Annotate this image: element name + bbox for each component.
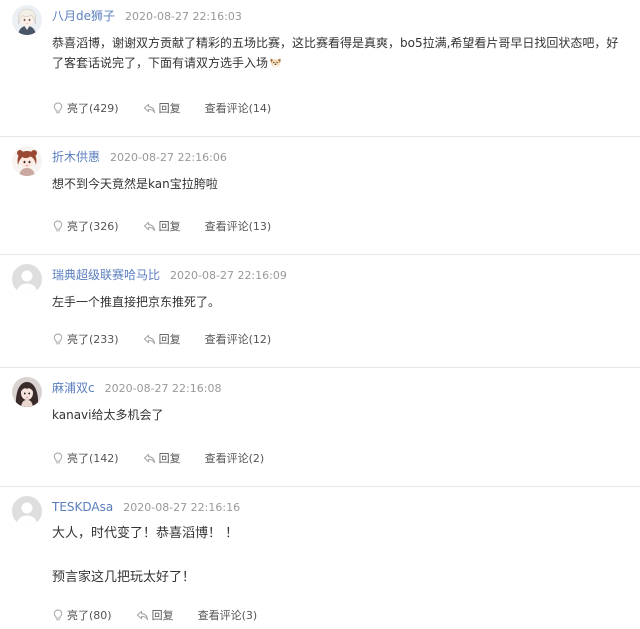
reply-button[interactable]: 回复	[143, 100, 181, 116]
comment-actions: 亮了(429) 回复 查看评论(14)	[52, 100, 271, 116]
light-bulb-icon	[53, 609, 63, 621]
reply-icon	[143, 221, 155, 231]
reply-button-label: 回复	[151, 609, 174, 622]
username[interactable]: 折木供惠	[52, 150, 100, 164]
dog-face-emoji-icon	[270, 58, 281, 68]
avatar[interactable]	[12, 5, 42, 35]
comment-actions: 亮了(233) 回复 查看评论(12)	[52, 331, 271, 347]
view-comments-link[interactable]: 查看评论(2)	[205, 450, 265, 466]
comment-time: 2020-08-27 22:16:03	[125, 10, 242, 23]
comment-text: kanavi给太多机会了	[52, 408, 164, 422]
comment-meta: 瑞典超级联赛哈马比 2020-08-27 22:16:09	[52, 266, 287, 282]
comment-meta: 麻浦双c 2020-08-27 22:16:08	[52, 379, 221, 395]
view-comments-link[interactable]: 查看评论(13)	[205, 218, 272, 234]
reply-button-label: 回复	[158, 220, 181, 233]
comment-text: 大人，时代变了！恭喜滔博！ ！	[52, 526, 239, 541]
light-button[interactable]: 亮了(326)	[52, 218, 119, 234]
avatar[interactable]	[12, 377, 42, 407]
light-bulb-icon	[53, 452, 63, 464]
view-comments-link[interactable]: 查看评论(12)	[205, 331, 272, 347]
comment-item: 麻浦双c 2020-08-27 22:16:08 kanavi给太多机会了 亮了(…	[0, 368, 640, 487]
comment-body: 想不到今天竟然是kan宝拉胯啦	[52, 174, 626, 194]
comment-paragraph: 恭喜滔博，谢谢双方贡献了精彩的五场比赛，这比赛看得是真爽，bo5拉满,希望看片哥…	[52, 33, 626, 73]
light-bulb-icon	[53, 333, 63, 345]
light-button[interactable]: 亮了(80)	[52, 607, 112, 623]
light-button-label: 亮了(326)	[67, 220, 119, 233]
reply-button[interactable]: 回复	[136, 607, 174, 623]
default-user-avatar-icon	[12, 264, 42, 294]
light-button-label: 亮了(233)	[67, 333, 119, 346]
red-hair-girl-avatar-icon	[12, 146, 42, 176]
reply-button[interactable]: 回复	[143, 331, 181, 347]
comment-time: 2020-08-27 22:16:09	[170, 269, 287, 282]
comment-list: 八月de狮子 2020-08-27 22:16:03 恭喜滔博，谢谢双方贡献了精彩…	[0, 0, 640, 629]
light-button[interactable]: 亮了(429)	[52, 100, 119, 116]
reply-icon	[143, 453, 155, 463]
comment-item: 瑞典超级联赛哈马比 2020-08-27 22:16:09 左手一个推直接把京东推…	[0, 255, 640, 368]
light-bulb-icon	[53, 102, 63, 114]
comment-body: 大人，时代变了！恭喜滔博！ ！ 预言家这几把玩太好了！	[52, 523, 626, 589]
username[interactable]: 八月de狮子	[52, 9, 115, 23]
comment-text: 恭喜滔博，谢谢双方贡献了精彩的五场比赛，这比赛看得是真爽，bo5拉满,希望看片哥…	[52, 36, 619, 70]
comment-body: kanavi给太多机会了	[52, 405, 626, 425]
view-comments-link[interactable]: 查看评论(3)	[198, 607, 258, 623]
comment-text: 左手一个推直接把京东推死了。	[52, 295, 221, 309]
comment-text: 预言家这几把玩太好了！	[52, 570, 196, 585]
comment-text: 想不到今天竟然是kan宝拉胯啦	[52, 177, 218, 191]
comment-item: 折木供惠 2020-08-27 22:16:06 想不到今天竟然是kan宝拉胯啦 …	[0, 137, 640, 255]
light-bulb-icon	[53, 220, 63, 232]
username[interactable]: TESKDAsa	[52, 500, 113, 514]
comment-actions: 亮了(142) 回复 查看评论(2)	[52, 450, 264, 466]
comment-meta: 八月de狮子 2020-08-27 22:16:03	[52, 7, 242, 23]
comment-actions: 亮了(326) 回复 查看评论(13)	[52, 218, 271, 234]
reply-button[interactable]: 回复	[143, 218, 181, 234]
avatar[interactable]	[12, 264, 42, 294]
comment-body: 恭喜滔博，谢谢双方贡献了精彩的五场比赛，这比赛看得是真爽，bo5拉满,希望看片哥…	[52, 33, 626, 73]
avatar[interactable]	[12, 146, 42, 176]
username[interactable]: 瑞典超级联赛哈马比	[52, 268, 160, 282]
reply-button-label: 回复	[158, 102, 181, 115]
comment-item: 八月de狮子 2020-08-27 22:16:03 恭喜滔博，谢谢双方贡献了精彩…	[0, 0, 640, 137]
comment-meta: 折木供惠 2020-08-27 22:16:06	[52, 148, 227, 164]
username[interactable]: 麻浦双c	[52, 381, 95, 395]
comment-body: 左手一个推直接把京东推死了。	[52, 292, 626, 312]
view-comments-link[interactable]: 查看评论(14)	[205, 100, 272, 116]
reply-button-label: 回复	[158, 452, 181, 465]
avatar[interactable]	[12, 496, 42, 526]
comment-item: TESKDAsa 2020-08-27 22:16:16 大人，时代变了！恭喜滔博…	[0, 487, 640, 629]
reply-icon	[136, 610, 148, 620]
comment-meta: TESKDAsa 2020-08-27 22:16:16	[52, 498, 240, 514]
comment-actions: 亮了(80) 回复 查看评论(3)	[52, 607, 257, 623]
dark-hair-girl-avatar-icon	[12, 377, 42, 407]
comment-time: 2020-08-27 22:16:08	[104, 382, 222, 395]
reply-button-label: 回复	[158, 333, 181, 346]
reply-button[interactable]: 回复	[143, 450, 181, 466]
light-button-label: 亮了(142)	[67, 452, 119, 465]
light-button-label: 亮了(429)	[67, 102, 119, 115]
default-user-avatar-icon	[12, 496, 42, 526]
light-button[interactable]: 亮了(233)	[52, 331, 119, 347]
reply-icon	[143, 334, 155, 344]
light-button[interactable]: 亮了(142)	[52, 450, 119, 466]
comment-time: 2020-08-27 22:16:16	[123, 501, 241, 514]
reply-icon	[143, 103, 155, 113]
light-button-label: 亮了(80)	[67, 609, 112, 622]
comment-time: 2020-08-27 22:16:06	[110, 151, 227, 164]
anime-girl-avatar-icon	[12, 5, 42, 35]
